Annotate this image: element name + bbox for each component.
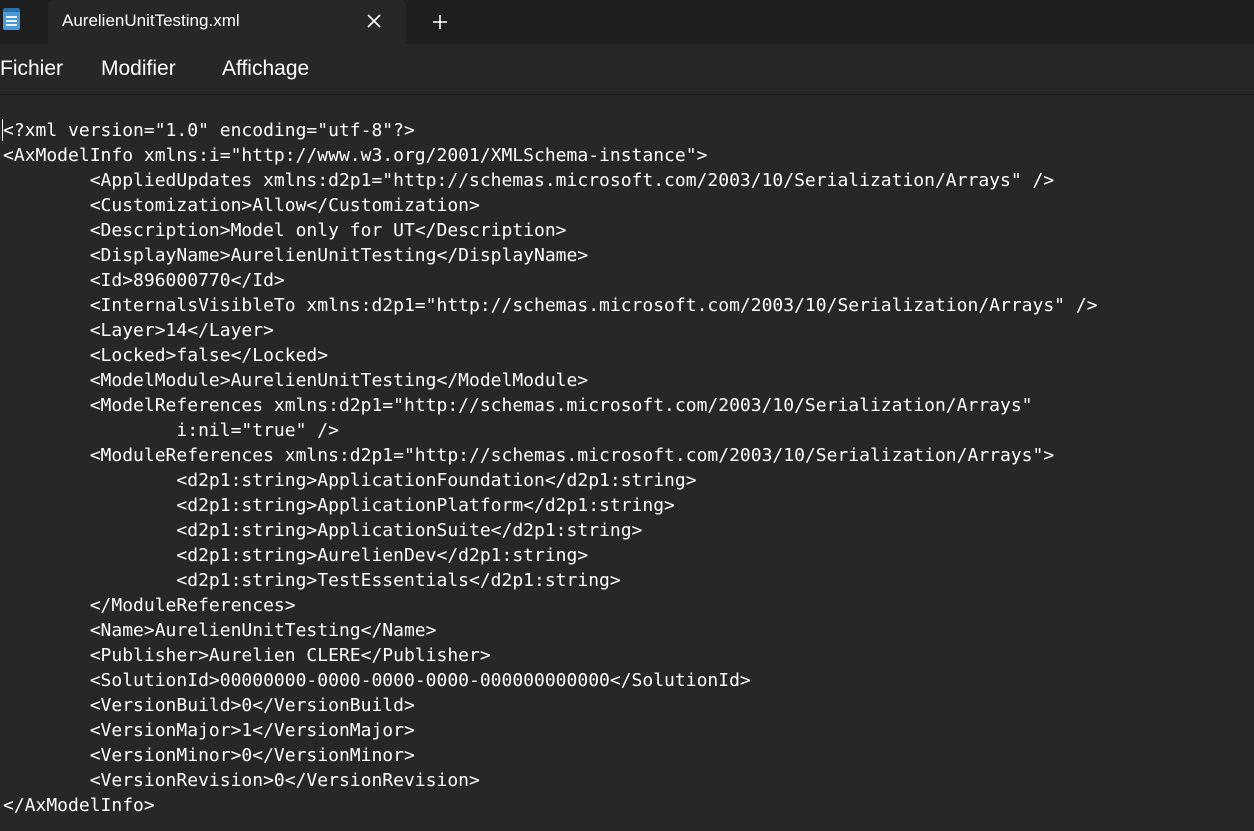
editor-line: <Id>896000770</Id> xyxy=(3,270,285,291)
editor-line: <ModuleReferences xmlns:d2p1="http://sch… xyxy=(3,445,1055,466)
plus-icon[interactable] xyxy=(427,9,453,35)
editor-line: </AxModelInfo> xyxy=(3,795,155,816)
text-editor[interactable]: <?xml version="1.0" encoding="utf-8"?> <… xyxy=(0,95,1254,831)
editor-line: <d2p1:string>ApplicationFoundation</d2p1… xyxy=(3,470,697,491)
editor-line: <Locked>false</Locked> xyxy=(3,345,329,366)
editor-line: <?xml version="1.0" encoding="utf-8"?> xyxy=(3,120,415,141)
text-caret xyxy=(2,119,3,141)
editor-line: <d2p1:string>AurelienDev</d2p1:string> xyxy=(3,545,589,566)
editor-line: <d2p1:string>ApplicationPlatform</d2p1:s… xyxy=(3,495,675,516)
editor-line: <Customization>Allow</Customization> xyxy=(3,195,480,216)
menu-bar: Fichier Modifier Affichage xyxy=(0,44,1254,95)
editor-line: <Layer>14</Layer> xyxy=(3,320,274,341)
editor-line: <VersionRevision>0</VersionRevision> xyxy=(3,770,480,791)
tab-title: AurelienUnitTesting.xml xyxy=(62,11,240,30)
menu-affichage[interactable]: Affichage xyxy=(222,57,309,81)
editor-line: <d2p1:string>ApplicationSuite</d2p1:stri… xyxy=(3,520,643,541)
menu-fichier[interactable]: Fichier xyxy=(0,57,63,81)
editor-line: <VersionMajor>1</VersionMajor> xyxy=(3,720,415,741)
editor-line: <Publisher>Aurelien CLERE</Publisher> xyxy=(3,645,491,666)
editor-line: <d2p1:string>TestEssentials</d2p1:string… xyxy=(3,570,621,591)
editor-line: <Description>Model only for UT</Descript… xyxy=(3,220,567,241)
menu-modifier[interactable]: Modifier xyxy=(101,57,176,81)
editor-line: <AxModelInfo xmlns:i="http://www.w3.org/… xyxy=(3,145,708,166)
editor-line: <DisplayName>AurelienUnitTesting</Displa… xyxy=(3,245,589,266)
editor-line: <ModelReferences xmlns:d2p1="http://sche… xyxy=(3,395,1033,416)
editor-line: <InternalsVisibleTo xmlns:d2p1="http://s… xyxy=(3,295,1098,316)
editor-line: <VersionMinor>0</VersionMinor> xyxy=(3,745,415,766)
close-icon[interactable] xyxy=(362,9,386,33)
tab-bar: AurelienUnitTesting.xml xyxy=(0,0,1254,44)
tab-active[interactable]: AurelienUnitTesting.xml xyxy=(48,0,406,44)
editor-line: <Name>AurelienUnitTesting</Name> xyxy=(3,620,437,641)
editor-line: <VersionBuild>0</VersionBuild> xyxy=(3,695,415,716)
editor-line: <SolutionId>00000000-0000-0000-0000-0000… xyxy=(3,670,751,691)
notepad-icon xyxy=(3,8,20,30)
editor-line: <ModelModule>AurelienUnitTesting</ModelM… xyxy=(3,370,589,391)
editor-line: i:nil="true" /> xyxy=(3,420,339,441)
editor-line: </ModuleReferences> xyxy=(3,595,296,616)
editor-line: <AppliedUpdates xmlns:d2p1="http://schem… xyxy=(3,170,1055,191)
